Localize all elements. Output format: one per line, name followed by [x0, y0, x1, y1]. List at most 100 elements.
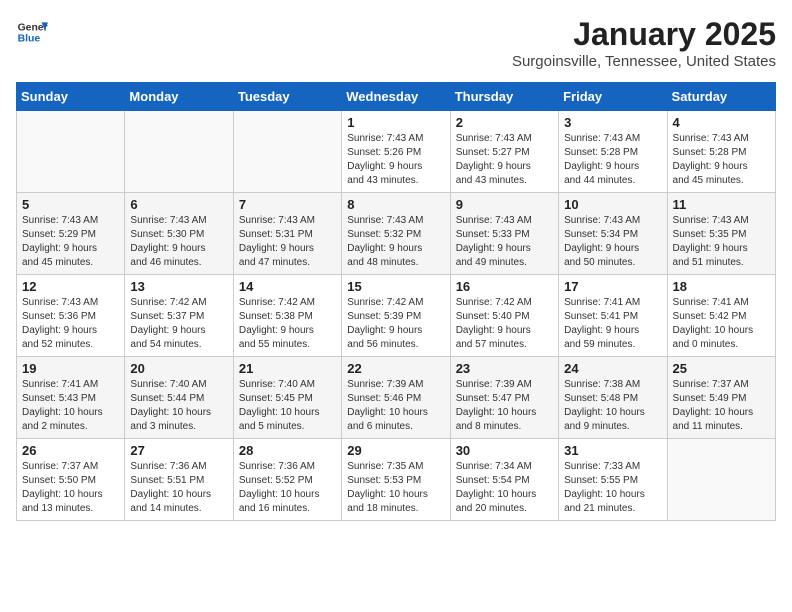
day-info: Sunrise: 7:42 AM Sunset: 5:38 PM Dayligh…	[239, 296, 336, 352]
day-number: 11	[673, 197, 770, 212]
day-header-saturday: Saturday	[667, 83, 775, 111]
day-number: 31	[564, 443, 661, 458]
calendar-week-row: 19 Sunrise: 7:41 AM Sunset: 5:43 PM Dayli…	[17, 357, 776, 439]
calendar-cell: 25Sunrise: 7:37 AM Sunset: 5:49 PM Dayli…	[667, 357, 775, 439]
day-info: Sunrise: 7:40 AM Sunset: 5:45 PM Dayligh…	[239, 378, 336, 434]
day-number: 29	[347, 443, 444, 458]
calendar-cell: 15 Sunrise: 7:42 AM Sunset: 5:39 PM Dayli…	[342, 275, 450, 357]
day-info: Sunrise: 7:43 AM Sunset: 5:27 PM Dayligh…	[456, 132, 553, 188]
day-info: Sunrise: 7:41 AM Sunset: 5:41 PM Dayligh…	[564, 296, 661, 352]
day-header-wednesday: Wednesday	[342, 83, 450, 111]
day-number: 15	[347, 279, 444, 294]
day-info: Sunrise: 7:42 AM Sunset: 5:39 PM Dayligh…	[347, 296, 444, 352]
day-number: 17	[564, 279, 661, 294]
day-number: 5	[22, 197, 119, 212]
day-number: 4	[673, 115, 770, 130]
calendar-cell: 12Sunrise: 7:43 AM Sunset: 5:36 PM Dayli…	[17, 275, 125, 357]
day-info: Sunrise: 7:43 AM Sunset: 5:34 PM Dayligh…	[564, 214, 661, 270]
day-header-thursday: Thursday	[450, 83, 558, 111]
day-number: 10	[564, 197, 661, 212]
day-info: Sunrise: 7:36 AM Sunset: 5:51 PM Dayligh…	[130, 460, 227, 516]
day-number: 19	[22, 361, 119, 376]
calendar-cell	[125, 111, 233, 193]
location-title: Surgoinsville, Tennessee, United States	[512, 53, 776, 70]
day-info: Sunrise: 7:43 AM Sunset: 5:28 PM Dayligh…	[673, 132, 770, 188]
day-info: Sunrise: 7:43 AM Sunset: 5:35 PM Dayligh…	[673, 214, 770, 270]
day-number: 21	[239, 361, 336, 376]
month-title: January 2025	[512, 16, 776, 53]
logo-icon: General Blue	[16, 16, 48, 48]
day-number: 26	[22, 443, 119, 458]
day-info: Sunrise: 7:34 AM Sunset: 5:54 PM Dayligh…	[456, 460, 553, 516]
day-number: 1	[347, 115, 444, 130]
calendar-week-row: 5 Sunrise: 7:43 AM Sunset: 5:29 PM Daylig…	[17, 193, 776, 275]
day-number: 24	[564, 361, 661, 376]
calendar-cell	[667, 439, 775, 521]
day-info: Sunrise: 7:41 AM Sunset: 5:43 PM Dayligh…	[22, 378, 119, 434]
day-number: 25	[673, 361, 770, 376]
calendar-cell: 2Sunrise: 7:43 AM Sunset: 5:27 PM Daylig…	[450, 111, 558, 193]
calendar-table: SundayMondayTuesdayWednesdayThursdayFrid…	[16, 82, 776, 521]
day-header-tuesday: Tuesday	[233, 83, 341, 111]
day-number: 3	[564, 115, 661, 130]
calendar-week-row: 26 Sunrise: 7:37 AM Sunset: 5:50 PM Dayli…	[17, 439, 776, 521]
calendar-cell: 22 Sunrise: 7:39 AM Sunset: 5:46 PM Dayli…	[342, 357, 450, 439]
calendar-cell: 30 Sunrise: 7:34 AM Sunset: 5:54 PM Dayli…	[450, 439, 558, 521]
day-number: 6	[130, 197, 227, 212]
day-number: 28	[239, 443, 336, 458]
day-info: Sunrise: 7:42 AM Sunset: 5:37 PM Dayligh…	[130, 296, 227, 352]
day-info: Sunrise: 7:39 AM Sunset: 5:47 PM Dayligh…	[456, 378, 553, 434]
calendar-cell: 28 Sunrise: 7:36 AM Sunset: 5:52 PM Dayli…	[233, 439, 341, 521]
day-number: 23	[456, 361, 553, 376]
day-header-sunday: Sunday	[17, 83, 125, 111]
day-number: 20	[130, 361, 227, 376]
calendar-cell: 4 Sunrise: 7:43 AM Sunset: 5:28 PM Daylig…	[667, 111, 775, 193]
day-info: Sunrise: 7:43 AM Sunset: 5:26 PM Dayligh…	[347, 132, 444, 188]
calendar-cell: 8Sunrise: 7:43 AM Sunset: 5:32 PM Daylig…	[342, 193, 450, 275]
calendar-cell: 17 Sunrise: 7:41 AM Sunset: 5:41 PM Dayli…	[559, 275, 667, 357]
calendar-cell: 11 Sunrise: 7:43 AM Sunset: 5:35 PM Dayli…	[667, 193, 775, 275]
day-info: Sunrise: 7:43 AM Sunset: 5:36 PM Dayligh…	[22, 296, 119, 352]
calendar-cell: 9Sunrise: 7:43 AM Sunset: 5:33 PM Daylig…	[450, 193, 558, 275]
calendar-week-row: 12Sunrise: 7:43 AM Sunset: 5:36 PM Dayli…	[17, 275, 776, 357]
day-number: 22	[347, 361, 444, 376]
day-info: Sunrise: 7:38 AM Sunset: 5:48 PM Dayligh…	[564, 378, 661, 434]
day-number: 16	[456, 279, 553, 294]
calendar-cell: 13 Sunrise: 7:42 AM Sunset: 5:37 PM Dayli…	[125, 275, 233, 357]
day-number: 27	[130, 443, 227, 458]
calendar-cell: 5 Sunrise: 7:43 AM Sunset: 5:29 PM Daylig…	[17, 193, 125, 275]
day-info: Sunrise: 7:36 AM Sunset: 5:52 PM Dayligh…	[239, 460, 336, 516]
day-info: Sunrise: 7:43 AM Sunset: 5:31 PM Dayligh…	[239, 214, 336, 270]
day-number: 13	[130, 279, 227, 294]
day-info: Sunrise: 7:43 AM Sunset: 5:30 PM Dayligh…	[130, 214, 227, 270]
svg-text:Blue: Blue	[18, 34, 41, 45]
day-info: Sunrise: 7:43 AM Sunset: 5:29 PM Dayligh…	[22, 214, 119, 270]
day-info: Sunrise: 7:43 AM Sunset: 5:33 PM Dayligh…	[456, 214, 553, 270]
calendar-cell	[17, 111, 125, 193]
day-info: Sunrise: 7:35 AM Sunset: 5:53 PM Dayligh…	[347, 460, 444, 516]
calendar-cell: 24 Sunrise: 7:38 AM Sunset: 5:48 PM Dayli…	[559, 357, 667, 439]
calendar-cell: 18Sunrise: 7:41 AM Sunset: 5:42 PM Dayli…	[667, 275, 775, 357]
day-info: Sunrise: 7:40 AM Sunset: 5:44 PM Dayligh…	[130, 378, 227, 434]
calendar-cell: 16Sunrise: 7:42 AM Sunset: 5:40 PM Dayli…	[450, 275, 558, 357]
day-info: Sunrise: 7:39 AM Sunset: 5:46 PM Dayligh…	[347, 378, 444, 434]
day-info: Sunrise: 7:37 AM Sunset: 5:50 PM Dayligh…	[22, 460, 119, 516]
title-section: January 2025 Surgoinsville, Tennessee, U…	[512, 16, 776, 70]
calendar-cell: 10 Sunrise: 7:43 AM Sunset: 5:34 PM Dayli…	[559, 193, 667, 275]
calendar-header-row: SundayMondayTuesdayWednesdayThursdayFrid…	[17, 83, 776, 111]
day-info: Sunrise: 7:43 AM Sunset: 5:32 PM Dayligh…	[347, 214, 444, 270]
calendar-cell: 27 Sunrise: 7:36 AM Sunset: 5:51 PM Dayli…	[125, 439, 233, 521]
calendar-cell: 19 Sunrise: 7:41 AM Sunset: 5:43 PM Dayli…	[17, 357, 125, 439]
calendar-cell: 3 Sunrise: 7:43 AM Sunset: 5:28 PM Daylig…	[559, 111, 667, 193]
day-header-monday: Monday	[125, 83, 233, 111]
calendar-cell: 23 Sunrise: 7:39 AM Sunset: 5:47 PM Dayli…	[450, 357, 558, 439]
day-number: 30	[456, 443, 553, 458]
day-info: Sunrise: 7:43 AM Sunset: 5:28 PM Dayligh…	[564, 132, 661, 188]
day-header-friday: Friday	[559, 83, 667, 111]
calendar-cell	[233, 111, 341, 193]
day-info: Sunrise: 7:41 AM Sunset: 5:42 PM Dayligh…	[673, 296, 770, 352]
calendar-cell: 31Sunrise: 7:33 AM Sunset: 5:55 PM Dayli…	[559, 439, 667, 521]
calendar-cell: 14 Sunrise: 7:42 AM Sunset: 5:38 PM Dayli…	[233, 275, 341, 357]
calendar-cell: 29 Sunrise: 7:35 AM Sunset: 5:53 PM Dayli…	[342, 439, 450, 521]
day-number: 14	[239, 279, 336, 294]
